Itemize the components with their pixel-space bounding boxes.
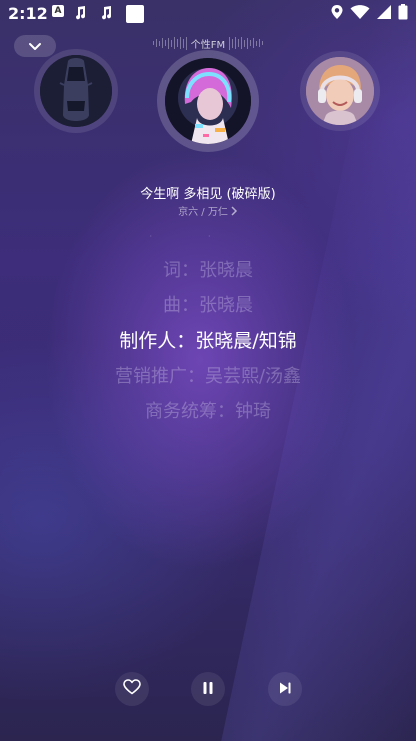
car-image xyxy=(40,55,112,127)
play-pause-button[interactable] xyxy=(191,672,225,706)
artist-link[interactable]: 京六 / 万仁 xyxy=(0,201,416,220)
next-song-cover[interactable] xyxy=(306,57,374,125)
wifi-icon xyxy=(350,4,370,24)
lyric-line: 营销推广：吴芸熙/汤鑫 xyxy=(114,366,302,387)
song-title: 今生啊 多相见 (破碎版) xyxy=(140,187,276,202)
lyric-line-active: 制作人：张晓晨/知锦 xyxy=(119,330,297,352)
status-time: 2:12 xyxy=(8,4,48,23)
fm-label[interactable]: 个性FM xyxy=(136,36,280,51)
next-button[interactable] xyxy=(268,672,302,706)
music-note-icon xyxy=(96,5,116,21)
lyric-line: 词：张晓晨 xyxy=(163,260,253,281)
notification-icons: A xyxy=(52,5,144,23)
current-song-cover[interactable] xyxy=(165,58,251,144)
battery-icon xyxy=(398,4,408,24)
like-button[interactable] xyxy=(115,672,149,706)
headphone-girl-image xyxy=(306,57,374,125)
lyric-line: 曲：张晓晨 xyxy=(163,295,253,316)
music-note-icon xyxy=(70,5,90,21)
pause-icon xyxy=(202,680,214,699)
chevron-right-icon xyxy=(230,201,238,220)
neon-girl-image xyxy=(165,58,251,144)
system-icons xyxy=(330,4,408,24)
artist-name: 京六 / 万仁 xyxy=(178,206,228,218)
lyrics-fade-dots: ·· xyxy=(149,232,267,241)
chevron-down-icon xyxy=(28,37,42,56)
waveform-right xyxy=(229,36,264,50)
fm-title: 个性FM xyxy=(190,39,226,51)
app-a-icon: A xyxy=(52,5,64,17)
previous-song-cover[interactable] xyxy=(40,55,112,127)
collapse-button[interactable] xyxy=(14,35,56,57)
heart-icon xyxy=(123,679,141,699)
white-square-icon xyxy=(126,5,144,23)
lyric-line: 商务统筹：钟琦 xyxy=(145,401,271,422)
waveform-left xyxy=(152,36,187,50)
location-icon xyxy=(330,4,344,24)
skip-next-icon xyxy=(278,680,292,699)
status-bar: 2:12 A xyxy=(0,0,416,28)
signal-icon xyxy=(376,4,392,24)
